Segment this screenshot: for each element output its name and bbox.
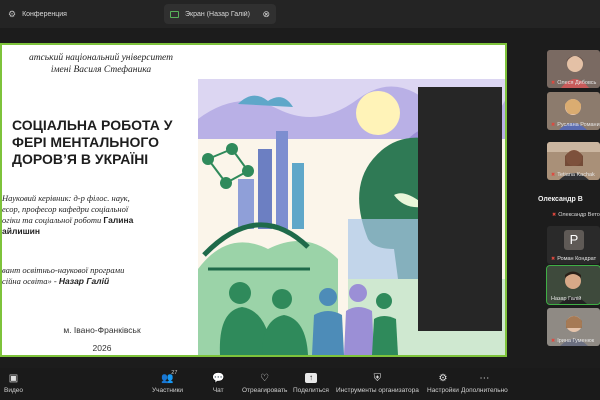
- tab-screen-share-label: Экран (Назар Галій): [185, 10, 251, 18]
- mic-muted-icon: ✖: [551, 122, 556, 128]
- avatar: Р: [564, 230, 584, 250]
- gear-icon: ⚙: [438, 372, 448, 384]
- participant-name: Роман Кондрат: [557, 256, 597, 262]
- participant-name: Ірина Гуменюк: [557, 338, 595, 344]
- participants-panel[interactable]: ✖ Олеся Дибовсь ✖ Руслана Романи ✖ Tetiana …: [536, 50, 600, 356]
- heart-icon: ♡: [260, 372, 270, 384]
- slide-city: м. Івано-Франківськ: [63, 325, 141, 335]
- candidate-info: вант освітньо-наукової програми сійна ос…: [2, 265, 125, 287]
- video-button[interactable]: ▣ Видео: [4, 372, 23, 395]
- supervisor-name-a: Галина: [103, 215, 134, 226]
- mic-muted-icon: ✖: [552, 212, 557, 218]
- participant-tile[interactable]: ✖ Олеся Дибовсь: [547, 50, 600, 88]
- more-button[interactable]: ⋯ Дополнительно: [461, 372, 508, 395]
- tab-conference[interactable]: ⚙ Конференция: [4, 4, 156, 24]
- camera-icon: ▣: [8, 372, 19, 384]
- shield-icon: ⛨: [373, 372, 382, 384]
- shared-screen[interactable]: атський національний університет імені В…: [0, 43, 507, 357]
- participants-count: 27: [171, 370, 178, 376]
- participant-tile[interactable]: ✖ Ірина Гуменюк: [547, 308, 600, 346]
- host-tools-button[interactable]: ⛨ Инструменты организатора: [336, 372, 419, 395]
- mic-muted-icon: ✖: [551, 256, 556, 262]
- video-overlay-panel: [418, 87, 502, 331]
- participant-tile-active-speaker[interactable]: Назар Галій: [546, 265, 600, 305]
- slide-text-panel: атський національний університет імені В…: [2, 45, 198, 355]
- slide-title: СОЦІАЛЬНА РОБОТА У ФЕРІ МЕНТАЛЬНОГО ДОРО…: [12, 117, 173, 168]
- chat-button[interactable]: 💬 Чат: [212, 372, 225, 395]
- people-icon: 👥 27: [161, 370, 178, 384]
- participant-name: Олеся Дибовсь: [557, 80, 597, 86]
- participant-tile[interactable]: ✖ Tetiana Kachak: [547, 142, 600, 180]
- participant-name: Назар Галій: [551, 296, 582, 302]
- screen-share-icon: [170, 10, 179, 18]
- gear-icon: ⚙: [8, 8, 17, 19]
- mic-muted-icon: ✖: [551, 80, 556, 86]
- participant-tile[interactable]: Р ✖ Роман Кондрат: [547, 226, 600, 264]
- close-icon[interactable]: ⊗: [262, 9, 270, 20]
- participants-button[interactable]: 👥 27 Участники: [152, 370, 183, 394]
- zoom-meeting-window: ⚙ Конференция Экран (Назар Галій) ⊗ атсь…: [0, 0, 600, 400]
- share-screen-icon: ↑: [304, 372, 317, 384]
- university-name: атський національний університет імені В…: [28, 53, 174, 75]
- settings-button[interactable]: ⚙ Настройки: [427, 372, 459, 395]
- candidate-name: Назар Галій: [58, 276, 110, 287]
- mic-muted-icon: ✖: [551, 338, 556, 344]
- participant-name: Tetiana Kachak: [557, 172, 595, 178]
- tab-conference-label: Конференция: [22, 10, 67, 18]
- supervisor-name-b: айлишин: [2, 226, 41, 237]
- top-tab-bar: ⚙ Конференция Экран (Назар Галій) ⊗: [0, 0, 600, 28]
- chat-bubble-icon: 💬: [212, 372, 225, 384]
- slide-year: 2026: [92, 343, 112, 353]
- participant-name-large: Олександр В: [538, 196, 583, 203]
- participant-name-row[interactable]: ✖ Олександр Вето: [552, 212, 600, 218]
- tab-screen-share[interactable]: Экран (Назар Галій) ⊗: [164, 4, 276, 24]
- mic-muted-icon: ✖: [551, 172, 556, 178]
- react-button[interactable]: ♡ Отреагировать: [242, 372, 287, 395]
- participant-name: Руслана Романи: [557, 122, 600, 128]
- meeting-toolbar: ▣ Видео 👥 27 Участники 💬 Чат ♡ Отреагиров…: [0, 368, 600, 400]
- participant-tile[interactable]: ✖ Руслана Романи: [547, 92, 600, 130]
- supervisor-info: Науковий керівник: д-р філос. наук, есор…: [2, 193, 134, 237]
- more-icon: ⋯: [479, 372, 490, 384]
- share-button[interactable]: ↑ Поделиться: [293, 372, 329, 394]
